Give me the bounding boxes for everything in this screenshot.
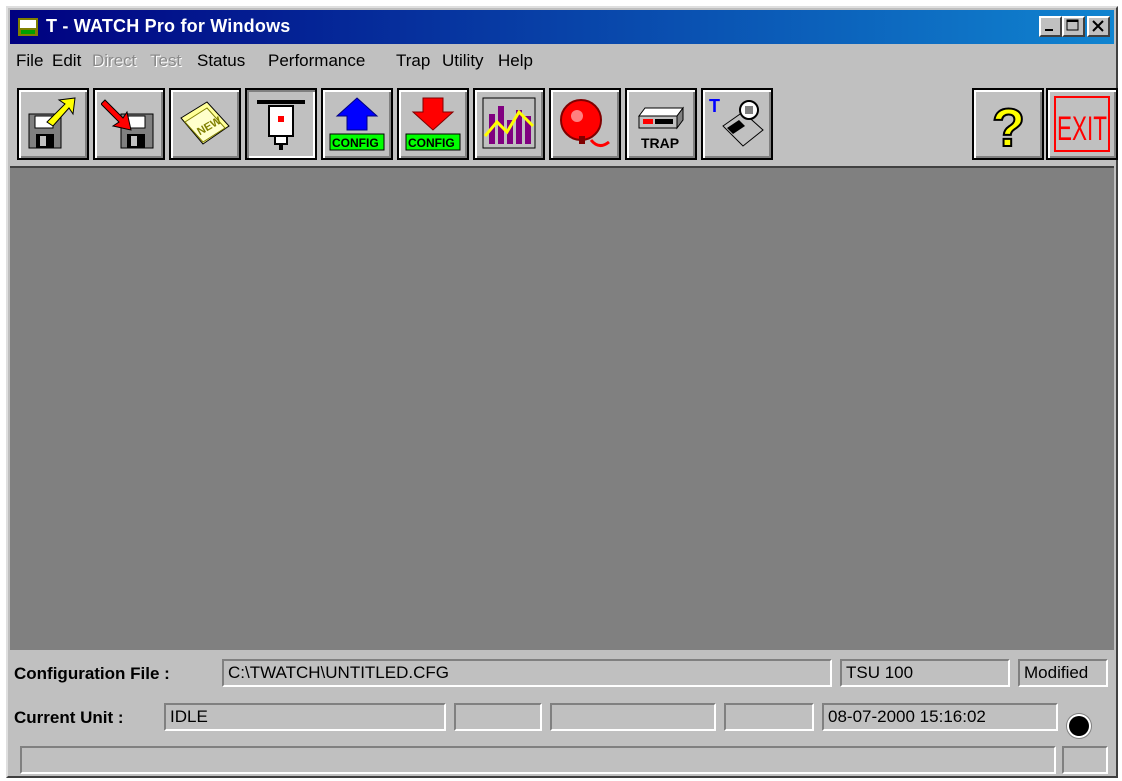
unit-type-field: TSU 100	[840, 659, 1010, 687]
maximize-icon	[1066, 19, 1079, 31]
exit-button[interactable]: EXIT	[1046, 88, 1118, 160]
help-button[interactable]: ?	[972, 88, 1044, 160]
app-icon[interactable]	[16, 15, 40, 39]
datetime-field: 08-07-2000 15:16:02	[822, 703, 1058, 731]
connection-led-icon	[1069, 716, 1089, 736]
svg-text:TRAP: TRAP	[641, 135, 679, 151]
alarm-bell-icon	[560, 99, 610, 147]
terminal-button[interactable]: T	[701, 88, 773, 160]
upload-config-button[interactable]: CONFIG	[321, 88, 393, 160]
menu-direct[interactable]: Direct	[92, 51, 136, 71]
exit-sign-icon: EXIT	[1054, 96, 1110, 152]
close-button[interactable]	[1087, 16, 1110, 37]
svg-text:CONFIG: CONFIG	[332, 136, 379, 150]
status-panel: Configuration File : C:\TWATCH\UNTITLED.…	[10, 650, 1114, 776]
floppy-import-icon	[101, 99, 154, 149]
connect-button[interactable]	[245, 88, 317, 160]
performance-button[interactable]	[473, 88, 545, 160]
minimize-button[interactable]	[1039, 16, 1062, 37]
config-file-field: C:\TWATCH\UNTITLED.CFG	[222, 659, 832, 687]
bar-chart-icon	[482, 97, 536, 149]
current-unit-label: Current Unit :	[14, 708, 124, 727]
message-bar	[20, 746, 1056, 774]
save-file-button[interactable]	[17, 88, 89, 160]
status-cell-1	[454, 703, 542, 731]
menu-status[interactable]: Status	[197, 51, 245, 71]
minimize-icon	[1045, 29, 1053, 31]
svg-text:EXIT: EXIT	[1057, 110, 1107, 148]
main-window: T - WATCH Pro for Windows File Edit Dire…	[6, 6, 1118, 778]
menu-edit[interactable]: Edit	[52, 51, 81, 71]
menu-help[interactable]: Help	[498, 51, 533, 71]
window-title: T - WATCH Pro for Windows	[46, 16, 291, 36]
menu-utility[interactable]: Utility	[442, 51, 484, 71]
message-cell	[1062, 746, 1108, 774]
telephone-icon: T	[709, 96, 764, 147]
title-bar[interactable]: T - WATCH Pro for Windows	[10, 10, 1114, 44]
config-file-label: Configuration File :	[14, 664, 170, 683]
menu-performance[interactable]: Performance	[268, 51, 365, 71]
trap-device-icon: TRAP	[638, 106, 684, 151]
upload-config-icon: CONFIG	[329, 97, 385, 151]
alarm-button[interactable]	[549, 88, 621, 160]
current-unit-field: IDLE	[164, 703, 446, 731]
status-cell-3	[724, 703, 814, 731]
new-file-button[interactable]: NEW	[169, 88, 241, 160]
toolbar: NEW CONFIG CONFIG TRAP T ? EXIT	[10, 76, 1118, 166]
svg-text:?: ?	[992, 98, 1025, 152]
menu-bar: File Edit Direct Test Status Performance…	[10, 48, 1114, 74]
menu-trap[interactable]: Trap	[396, 51, 430, 71]
download-config-button[interactable]: CONFIG	[397, 88, 469, 160]
download-config-icon: CONFIG	[405, 97, 461, 151]
trap-button[interactable]: TRAP	[625, 88, 697, 160]
floppy-export-icon	[28, 97, 76, 149]
svg-text:CONFIG: CONFIG	[408, 136, 455, 150]
maximize-button[interactable]	[1062, 16, 1085, 37]
workspace-area[interactable]	[10, 166, 1114, 650]
menu-test[interactable]: Test	[150, 51, 181, 71]
connector-plug-icon	[257, 100, 305, 150]
status-cell-2	[550, 703, 716, 731]
menu-file[interactable]: File	[16, 51, 43, 71]
question-mark-icon: ?	[991, 97, 1026, 152]
close-icon	[1092, 20, 1104, 32]
svg-text:T: T	[709, 96, 720, 116]
modified-indicator: Modified	[1018, 659, 1108, 687]
new-folder-icon: NEW	[180, 101, 230, 145]
load-file-button[interactable]	[93, 88, 165, 160]
